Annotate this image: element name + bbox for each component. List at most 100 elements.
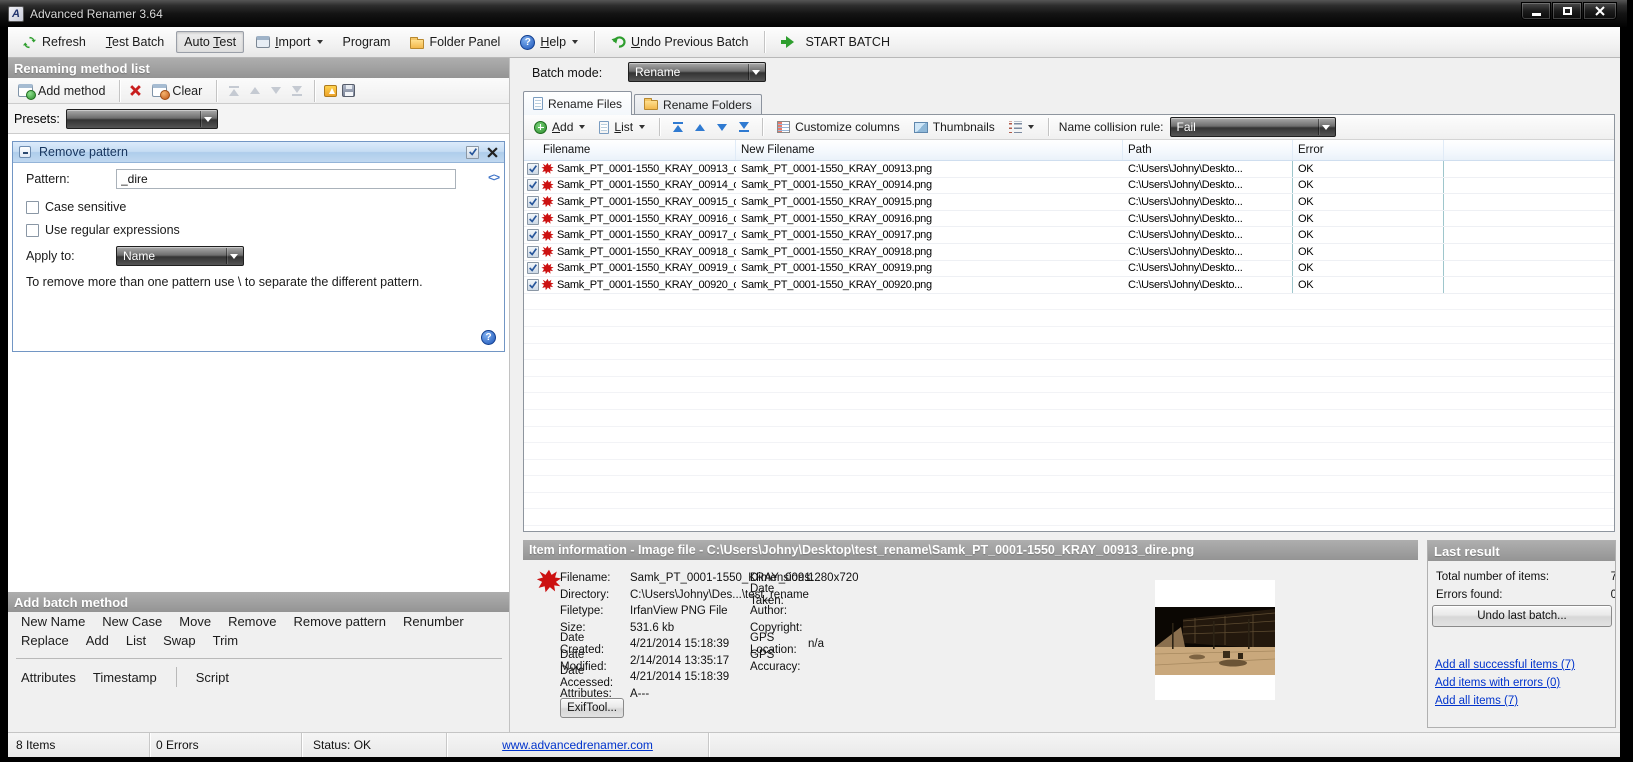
help-button[interactable]: Help: [512, 31, 586, 54]
column-header-path[interactable]: Path: [1123, 140, 1293, 160]
row-checkbox[interactable]: [527, 229, 539, 241]
row-checkbox[interactable]: [527, 179, 539, 191]
file-list-toolbar: Add List Custo: [524, 115, 1614, 140]
result-link[interactable]: Add all items (7): [1435, 695, 1575, 707]
add-method-link[interactable]: List: [126, 633, 146, 648]
tab-rename-folders[interactable]: Rename Folders: [634, 94, 762, 115]
result-link[interactable]: Add all successful items (7): [1435, 659, 1575, 671]
exiftool-button[interactable]: ExifTool...: [560, 698, 624, 718]
undo-previous-batch-button[interactable]: Undo Previous Batch: [603, 31, 756, 53]
apply-to-select[interactable]: Name: [116, 246, 244, 266]
row-checkbox[interactable]: [527, 196, 539, 208]
result-link[interactable]: Add items with errors (0): [1435, 677, 1575, 689]
refresh-button[interactable]: Refresh: [14, 31, 94, 54]
move-file-top-button[interactable]: [670, 120, 686, 134]
table-row[interactable]: Samk_PT_0001-1550_KRAY_00918_dire.png Sa…: [524, 244, 1614, 261]
row-checkbox[interactable]: [527, 279, 539, 291]
undo-icon: [611, 35, 626, 49]
save-preset-button[interactable]: [342, 84, 355, 97]
move-method-up-button[interactable]: [247, 85, 263, 96]
help-label: Help: [540, 35, 566, 49]
program-button[interactable]: Program: [335, 31, 399, 53]
maximize-button[interactable]: [1552, 2, 1582, 20]
tab-timestamp[interactable]: Timestamp: [93, 670, 157, 685]
table-row[interactable]: Samk_PT_0001-1550_KRAY_00919_dire.png Sa…: [524, 261, 1614, 278]
add-method-link[interactable]: Swap: [163, 633, 196, 648]
info-field-value: 1280x720: [808, 572, 859, 584]
minimize-button[interactable]: [1521, 2, 1551, 20]
add-method-link[interactable]: New Name: [21, 614, 85, 629]
add-method-link[interactable]: Replace: [21, 633, 69, 648]
delete-method-button[interactable]: [129, 84, 142, 97]
table-row[interactable]: Samk_PT_0001-1550_KRAY_00913_dire.png Sa…: [524, 161, 1614, 178]
cell-filler: [1444, 227, 1614, 243]
name-collision-select[interactable]: Fail: [1170, 117, 1336, 137]
titlebar[interactable]: A Advanced Renamer 3.64: [0, 0, 1627, 27]
column-header-error[interactable]: Error: [1293, 140, 1444, 160]
pattern-input[interactable]: [116, 169, 456, 189]
clear-methods-button[interactable]: Clear: [147, 81, 207, 101]
table-row[interactable]: Samk_PT_0001-1550_KRAY_00916_dire.png Sa…: [524, 211, 1614, 228]
table-row[interactable]: Samk_PT_0001-1550_KRAY_00915_dire.png Sa…: [524, 194, 1614, 211]
add-files-button[interactable]: Add: [530, 117, 589, 137]
column-header-filename[interactable]: Filename: [524, 140, 736, 160]
add-method-link[interactable]: Move: [179, 614, 211, 629]
column-header-new-filename[interactable]: New Filename: [736, 140, 1123, 160]
table-row[interactable]: Samk_PT_0001-1550_KRAY_00914_dire.png Sa…: [524, 178, 1614, 195]
thumbnails-button[interactable]: Thumbnails: [910, 117, 999, 137]
check-icon: [528, 164, 538, 174]
case-sensitive-checkbox[interactable]: [26, 201, 39, 214]
add-method-link[interactable]: Renumber: [403, 614, 464, 629]
method-enabled-checkbox[interactable]: [466, 146, 479, 159]
collapse-method-button[interactable]: [19, 146, 31, 158]
cell-filler: [1444, 178, 1614, 194]
view-mode-button[interactable]: [1005, 118, 1038, 136]
empty-table-row: [524, 310, 1614, 327]
start-batch-button[interactable]: START BATCH: [773, 31, 898, 53]
add-method-link[interactable]: Remove: [228, 614, 276, 629]
undo-last-batch-button[interactable]: Undo last batch...: [1432, 605, 1612, 627]
preview-image: [1155, 580, 1275, 700]
tab-script[interactable]: Script: [196, 670, 229, 685]
add-method-link[interactable]: Remove pattern: [293, 614, 386, 629]
row-checkbox[interactable]: [527, 262, 539, 274]
method-panel-title: Remove pattern: [39, 145, 128, 159]
close-method-button[interactable]: [487, 147, 498, 158]
add-method-button[interactable]: Add method: [13, 81, 110, 101]
move-file-down-button[interactable]: [714, 122, 730, 133]
customize-columns-button[interactable]: Customize columns: [773, 117, 904, 137]
move-method-top-button[interactable]: [226, 84, 242, 98]
row-checkbox[interactable]: [527, 163, 539, 175]
auto-test-button[interactable]: Auto Test: [176, 31, 244, 53]
load-preset-button[interactable]: [324, 85, 337, 97]
add-method-icon: [18, 84, 33, 97]
move-file-bottom-button[interactable]: [736, 120, 752, 134]
folder-panel-button[interactable]: Folder Panel: [402, 31, 508, 53]
method-help-icon[interactable]: [481, 330, 496, 345]
add-method-link[interactable]: New Case: [102, 614, 162, 629]
case-sensitive-option[interactable]: Case sensitive: [26, 200, 126, 214]
list-button[interactable]: List: [595, 117, 649, 137]
test-batch-button[interactable]: Test Batch: [98, 31, 172, 53]
empty-table-row: [524, 443, 1614, 460]
tab-attributes[interactable]: Attributes: [21, 670, 76, 685]
batch-mode-select[interactable]: Rename: [628, 62, 766, 82]
move-file-up-button[interactable]: [692, 122, 708, 133]
move-method-down-button[interactable]: [268, 85, 284, 96]
row-checkbox[interactable]: [527, 213, 539, 225]
remove-pattern-header[interactable]: Remove pattern: [13, 142, 504, 163]
presets-select[interactable]: [66, 109, 218, 129]
tag-picker-icon[interactable]: [488, 172, 499, 184]
add-method-link[interactable]: Add: [86, 633, 109, 648]
table-row[interactable]: Samk_PT_0001-1550_KRAY_00920_dire.png Sa…: [524, 277, 1614, 294]
close-button[interactable]: [1583, 2, 1617, 20]
import-button[interactable]: Import: [248, 31, 330, 53]
move-method-bottom-button[interactable]: [289, 84, 305, 98]
table-row[interactable]: Samk_PT_0001-1550_KRAY_00917_dire.png Sa…: [524, 227, 1614, 244]
row-checkbox[interactable]: [527, 246, 539, 258]
add-method-link[interactable]: Trim: [213, 633, 239, 648]
tab-rename-files[interactable]: Rename Files: [523, 91, 632, 115]
use-regex-option[interactable]: Use regular expressions: [26, 223, 180, 237]
use-regex-checkbox[interactable]: [26, 224, 39, 237]
website-link[interactable]: www.advancedrenamer.com: [502, 738, 653, 752]
